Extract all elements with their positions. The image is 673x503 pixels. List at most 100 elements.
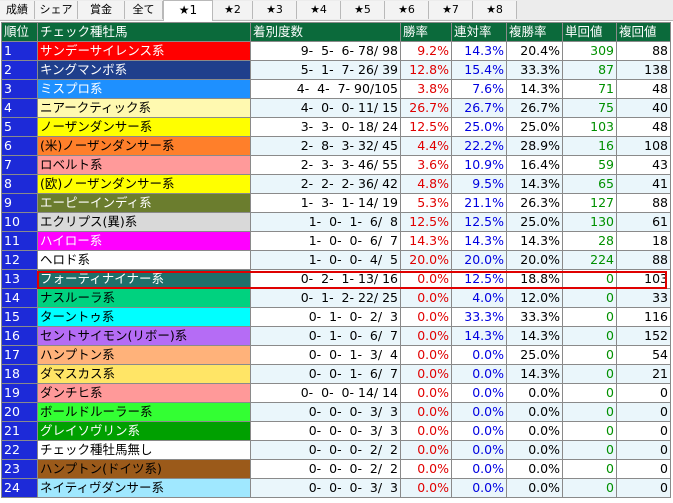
record-cell: 9- 5- 6- 78/ 98 bbox=[250, 41, 401, 61]
table-row[interactable]: 3 ミスプロ系 4- 4- 7- 90/105 3.8% 7.6% 14.3% 71 48 bbox=[1, 79, 671, 99]
win-return-cell: 59 bbox=[562, 155, 617, 175]
col-win-return[interactable]: 単回値 bbox=[562, 22, 617, 42]
show-rate-cell: 25.0% bbox=[506, 212, 563, 232]
quinella-rate-cell: 0.0% bbox=[451, 459, 507, 479]
table-row[interactable]: 6 (米)ノーザンダンサー系 2- 8- 3- 32/ 45 4.4% 22.2% 28.… bbox=[1, 136, 671, 156]
quinella-rate-cell: 14.3% bbox=[451, 41, 507, 61]
win-rate-cell: 0.0% bbox=[400, 269, 452, 289]
table-row[interactable]: 20 ボールドルーラー系 0- 0- 0- 3/ 3 0.0% 0.0% 0.0% 0 0 bbox=[1, 402, 671, 422]
win-return-cell: 65 bbox=[562, 174, 617, 194]
win-rate-cell: 26.7% bbox=[400, 98, 452, 118]
show-rate-cell: 20.4% bbox=[506, 41, 563, 61]
rank-cell: 21 bbox=[1, 421, 38, 441]
sire-cell: (欧)ノーザンダンサー系 bbox=[37, 174, 251, 194]
table-row[interactable]: 14 ナスルーラ系 0- 1- 2- 22/ 25 0.0% 4.0% 12.0% 0 33 bbox=[1, 288, 671, 308]
col-show-rate[interactable]: 複勝率 bbox=[506, 22, 563, 42]
show-return-cell: 41 bbox=[616, 174, 671, 194]
win-rate-cell: 0.0% bbox=[400, 478, 452, 498]
sire-stats-table: 順位 チェック種牡馬 着別度数 勝率 連対率 複勝率 単回値 複回値 1 サンデー… bbox=[1, 22, 671, 498]
col-quinella-rate[interactable]: 連対率 bbox=[451, 22, 507, 42]
show-rate-cell: 20.0% bbox=[506, 250, 563, 270]
tab-star-1[interactable]: ★1 bbox=[163, 0, 213, 21]
win-rate-cell: 3.6% bbox=[400, 155, 452, 175]
show-rate-cell: 28.9% bbox=[506, 136, 563, 156]
table-row[interactable]: 8 (欧)ノーザンダンサー系 2- 2- 2- 36/ 42 4.8% 9.5% 14.3… bbox=[1, 174, 671, 194]
table-row[interactable]: 9 エーピーインディ系 1- 3- 1- 14/ 19 5.3% 21.1% 26.3% 1… bbox=[1, 193, 671, 213]
table-row[interactable]: 1 サンデーサイレンス系 9- 5- 6- 78/ 98 9.2% 14.3% 20.4%… bbox=[1, 41, 671, 61]
show-return-cell: 0 bbox=[616, 440, 671, 460]
table-row[interactable]: 21 グレイソヴリン系 0- 0- 0- 3/ 3 0.0% 0.0% 0.0% 0 0 bbox=[1, 421, 671, 441]
rank-cell: 8 bbox=[1, 174, 38, 194]
record-cell: 1- 0- 0- 4/ 5 bbox=[250, 250, 401, 270]
sire-cell: ナスルーラ系 bbox=[37, 288, 251, 308]
win-rate-cell: 0.0% bbox=[400, 364, 452, 384]
show-rate-cell: 0.0% bbox=[506, 421, 563, 441]
show-rate-cell: 0.0% bbox=[506, 478, 563, 498]
table-row[interactable]: 5 ノーザンダンサー系 3- 3- 0- 18/ 24 12.5% 25.0% 25.0%… bbox=[1, 117, 671, 137]
col-sire[interactable]: チェック種牡馬 bbox=[37, 22, 251, 42]
tab-results[interactable]: 成績 bbox=[0, 1, 35, 19]
sire-cell: ハンプトン(ドイツ系) bbox=[37, 459, 251, 479]
win-return-cell: 0 bbox=[562, 478, 617, 498]
show-return-cell: 43 bbox=[616, 155, 671, 175]
tab-prize[interactable]: 賞金 bbox=[78, 1, 125, 19]
table-row[interactable]: 23 ハンプトン(ドイツ系) 0- 0- 0- 2/ 2 0.0% 0.0% 0.0% 0 0 bbox=[1, 459, 671, 479]
quinella-rate-cell: 26.7% bbox=[451, 98, 507, 118]
col-show-return[interactable]: 複回値 bbox=[616, 22, 671, 42]
win-return-cell: 28 bbox=[562, 231, 617, 251]
show-rate-cell: 0.0% bbox=[506, 440, 563, 460]
show-rate-cell: 14.3% bbox=[506, 79, 563, 99]
tab-star-8[interactable]: ★8 bbox=[473, 1, 517, 19]
show-return-cell: 152 bbox=[616, 326, 671, 346]
table-row[interactable]: 15 ターントゥ系 0- 1- 0- 2/ 3 0.0% 33.3% 33.3% 0 116 bbox=[1, 307, 671, 327]
tab-share[interactable]: シェア bbox=[35, 1, 78, 19]
table-row[interactable]: 17 ハンプトン系 0- 0- 1- 3/ 4 0.0% 0.0% 25.0% 0 54 bbox=[1, 345, 671, 365]
win-return-cell: 0 bbox=[562, 269, 617, 289]
sire-cell: ロベルト系 bbox=[37, 155, 251, 175]
tab-all[interactable]: 全て bbox=[125, 1, 163, 19]
tab-star-7[interactable]: ★7 bbox=[429, 1, 473, 19]
table-row[interactable]: 4 ニアークティック系 4- 0- 0- 11/ 15 26.7% 26.7% 26.7%… bbox=[1, 98, 671, 118]
win-rate-cell: 0.0% bbox=[400, 288, 452, 308]
col-record[interactable]: 着別度数 bbox=[250, 22, 401, 42]
sire-cell: ヘロド系 bbox=[37, 250, 251, 270]
show-return-cell: 88 bbox=[616, 193, 671, 213]
table-row[interactable]: 11 ハイロー系 1- 0- 0- 6/ 7 14.3% 14.3% 14.3% 28 18 bbox=[1, 231, 671, 251]
table-row[interactable]: 22 チェック種牡馬無し 0- 0- 0- 2/ 2 0.0% 0.0% 0.0% 0 0 bbox=[1, 440, 671, 460]
sire-cell: キングマンボ系 bbox=[37, 60, 251, 80]
table-row[interactable]: 19 ダンチヒ系 0- 0- 0- 14/ 14 0.0% 0.0% 0.0% 0 0 bbox=[1, 383, 671, 403]
win-return-cell: 127 bbox=[562, 193, 617, 213]
win-return-cell: 0 bbox=[562, 440, 617, 460]
sire-cell: ターントゥ系 bbox=[37, 307, 251, 327]
sire-cell: エーピーインディ系 bbox=[37, 193, 251, 213]
table-row[interactable]: 12 ヘロド系 1- 0- 0- 4/ 5 20.0% 20.0% 20.0% 224 88 bbox=[1, 250, 671, 270]
record-cell: 0- 0- 0- 3/ 3 bbox=[250, 478, 401, 498]
win-rate-cell: 9.2% bbox=[400, 41, 452, 61]
win-rate-cell: 0.0% bbox=[400, 383, 452, 403]
tab-star-3[interactable]: ★3 bbox=[253, 1, 297, 19]
record-cell: 0- 2- 1- 13/ 16 bbox=[250, 269, 401, 289]
quinella-rate-cell: 14.3% bbox=[451, 231, 507, 251]
quinella-rate-cell: 22.2% bbox=[451, 136, 507, 156]
table-row[interactable]: 16 セントサイモン(リボー)系 0- 1- 0- 6/ 7 0.0% 14.3% 14.… bbox=[1, 326, 671, 346]
show-return-cell: 103 bbox=[616, 269, 671, 289]
win-rate-cell: 0.0% bbox=[400, 421, 452, 441]
table-row[interactable]: 13 フォーティナイナー系 0- 2- 1- 13/ 16 0.0% 12.5% 18.8… bbox=[1, 269, 671, 289]
record-cell: 0- 0- 0- 3/ 3 bbox=[250, 402, 401, 422]
show-return-cell: 18 bbox=[616, 231, 671, 251]
table-row[interactable]: 18 ダマスカス系 0- 0- 1- 6/ 7 0.0% 0.0% 14.3% 0 21 bbox=[1, 364, 671, 384]
sire-cell: ニアークティック系 bbox=[37, 98, 251, 118]
win-rate-cell: 12.8% bbox=[400, 60, 452, 80]
tab-star-2[interactable]: ★2 bbox=[213, 1, 253, 19]
table-row[interactable]: 2 キングマンボ系 5- 1- 7- 26/ 39 12.8% 15.4% 33.3% 87… bbox=[1, 60, 671, 80]
rank-cell: 4 bbox=[1, 98, 38, 118]
tab-star-5[interactable]: ★5 bbox=[341, 1, 385, 19]
tab-star-6[interactable]: ★6 bbox=[385, 1, 429, 19]
col-rank[interactable]: 順位 bbox=[1, 22, 38, 42]
table-row[interactable]: 24 ネイティヴダンサー系 0- 0- 0- 3/ 3 0.0% 0.0% 0.0% 0 0 bbox=[1, 478, 671, 498]
col-win-rate[interactable]: 勝率 bbox=[400, 22, 452, 42]
table-row[interactable]: 7 ロベルト系 2- 3- 3- 46/ 55 3.6% 10.9% 16.4% 59 43 bbox=[1, 155, 671, 175]
sire-cell: ネイティヴダンサー系 bbox=[37, 478, 251, 498]
table-row[interactable]: 10 エクリプス(異)系 1- 0- 1- 6/ 8 12.5% 12.5% 25.0% 1… bbox=[1, 212, 671, 232]
tab-star-4[interactable]: ★4 bbox=[297, 1, 341, 19]
